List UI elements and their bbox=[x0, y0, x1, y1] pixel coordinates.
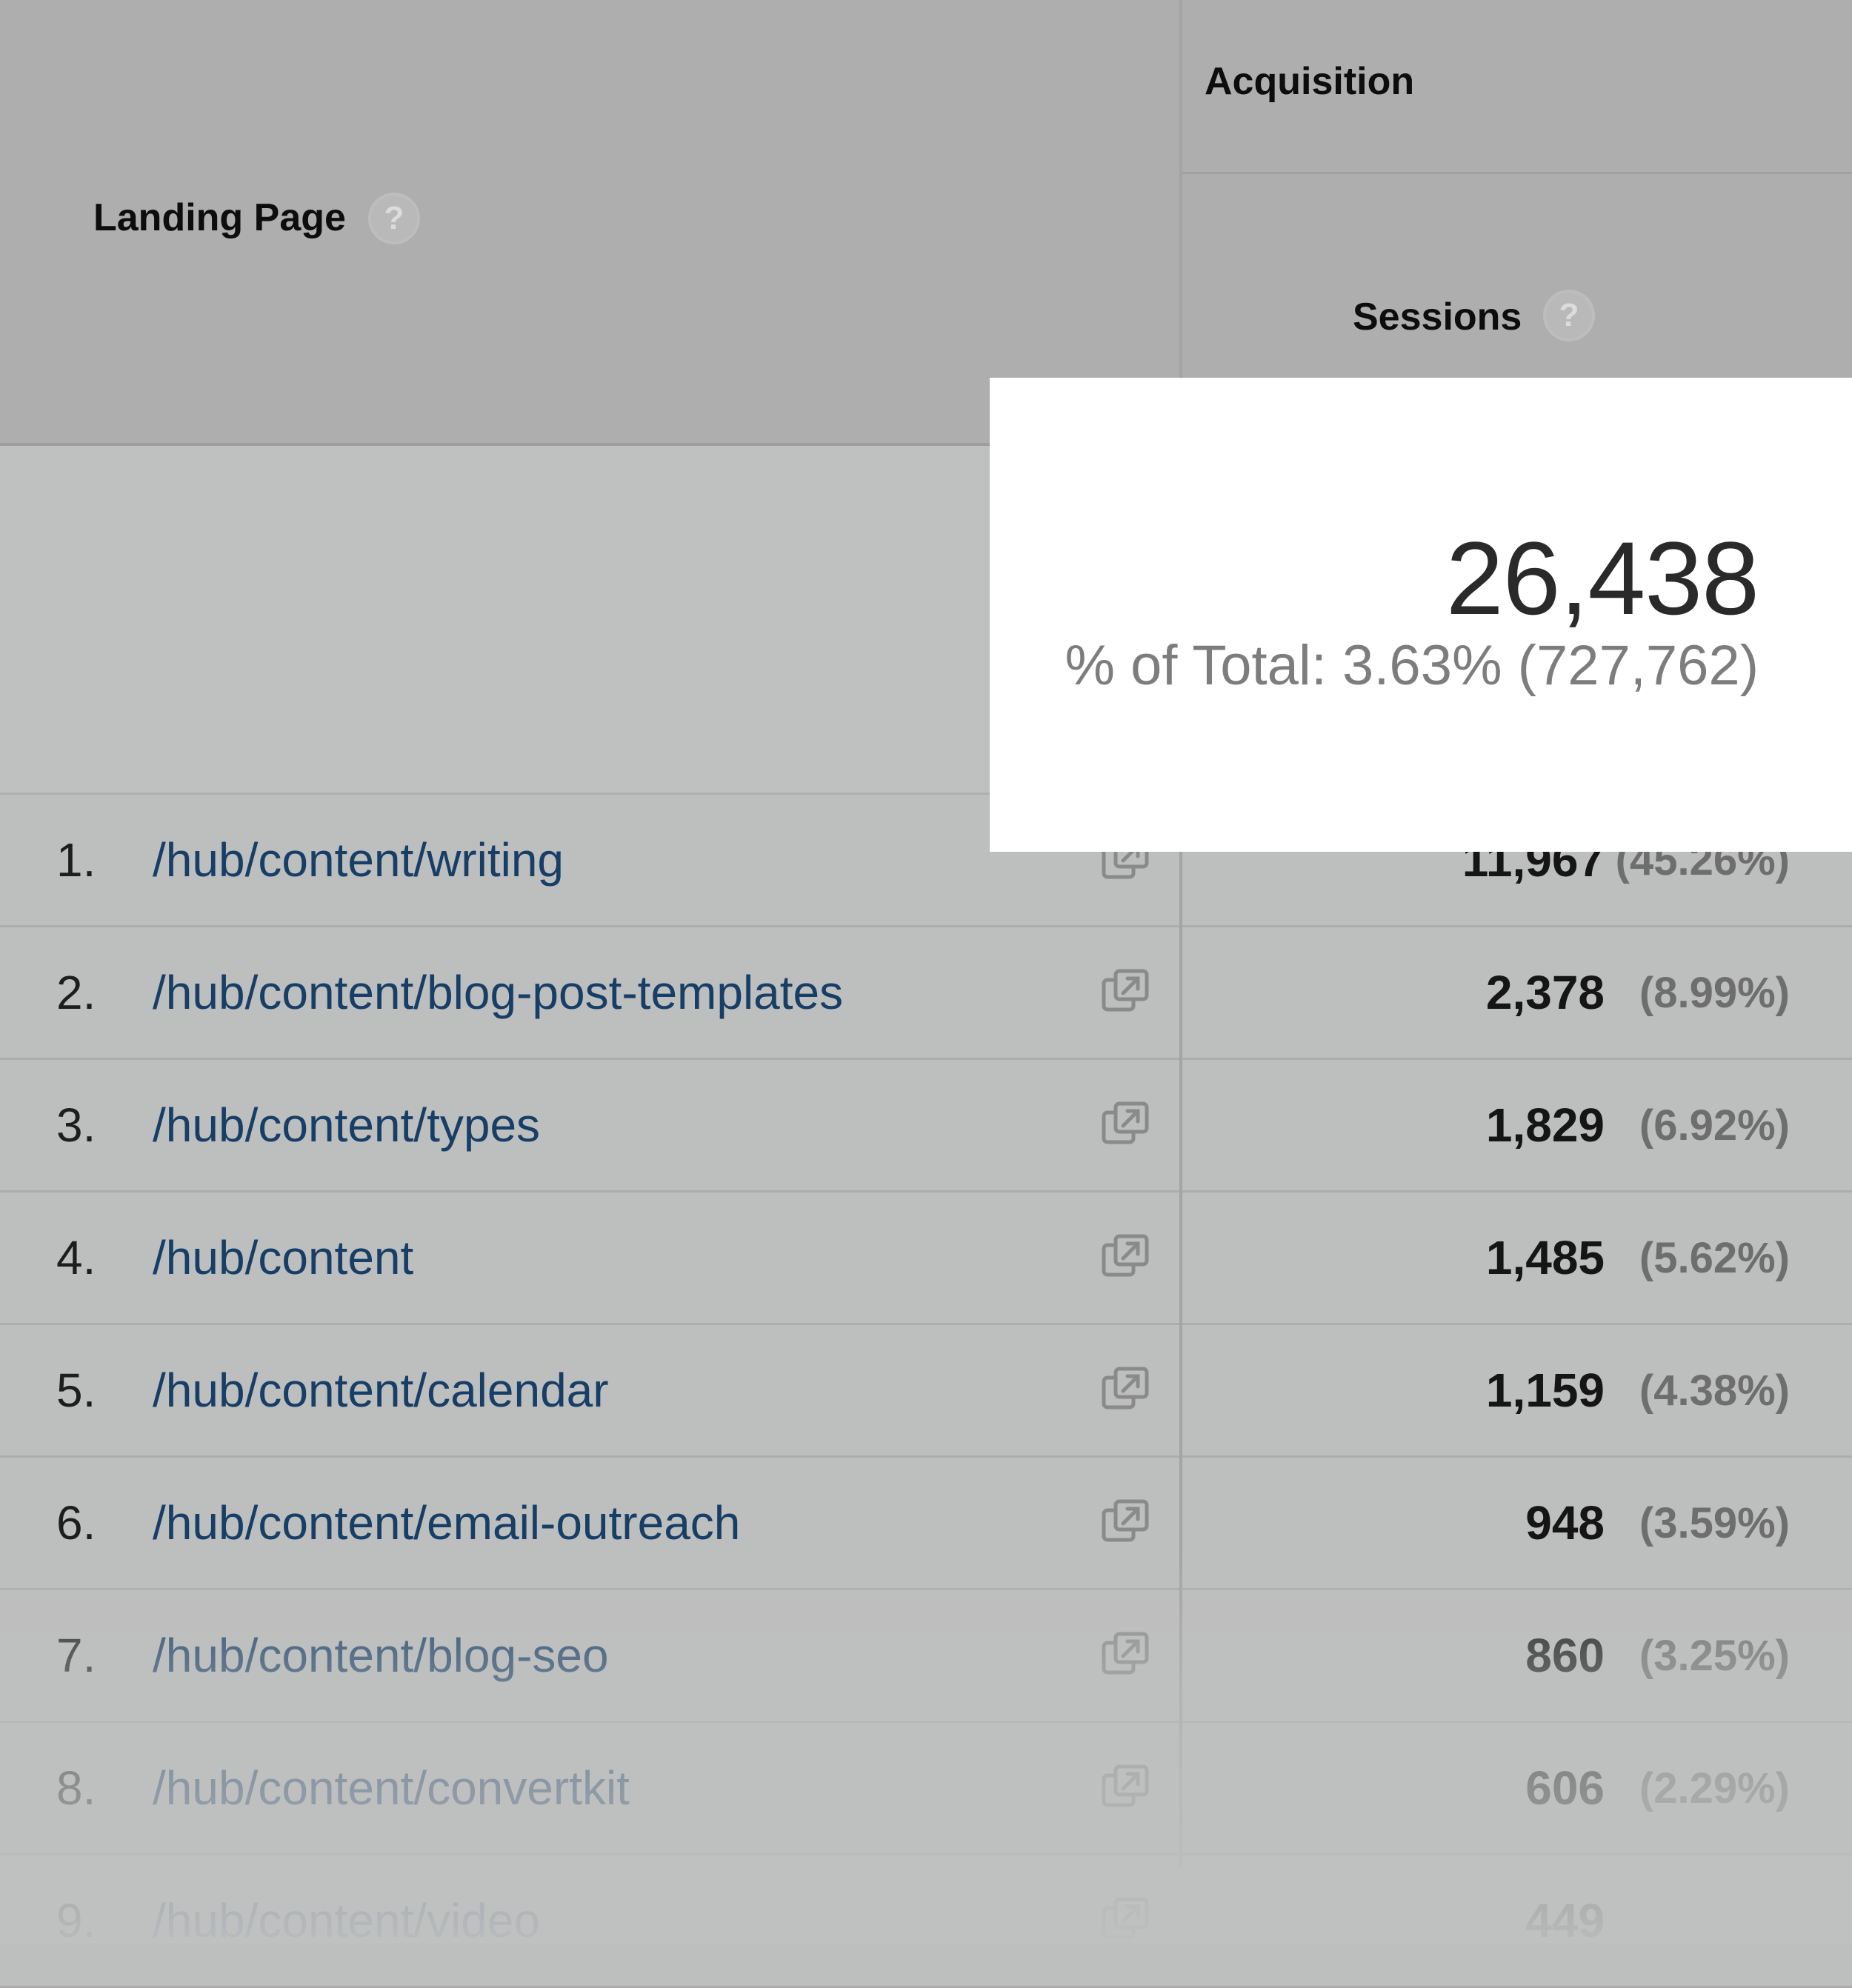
landing-page-link[interactable]: /hub/content/email-outreach bbox=[153, 1458, 740, 1588]
open-in-new-window-icon[interactable] bbox=[1101, 1498, 1150, 1547]
help-icon[interactable]: ? bbox=[1546, 293, 1592, 338]
table-row: 5. /hub/content/calendar 1,159 (4.38%) bbox=[0, 1325, 1852, 1458]
row-number: 5. bbox=[56, 1364, 96, 1417]
sessions-header-label[interactable]: Sessions bbox=[1353, 295, 1522, 339]
sessions-percentage: (3.59%) bbox=[1639, 1498, 1790, 1547]
sessions-value: 449 bbox=[1525, 1894, 1605, 1947]
open-in-new-window-icon[interactable] bbox=[1101, 1233, 1150, 1282]
row-number: 1. bbox=[56, 833, 96, 887]
open-in-new-window-icon[interactable] bbox=[1101, 1101, 1150, 1150]
sessions-percentage: (8.99%) bbox=[1639, 968, 1790, 1017]
landing-page-link[interactable]: /hub/content/calendar bbox=[153, 1325, 609, 1455]
sessions-percentage: (4.38%) bbox=[1639, 1366, 1790, 1415]
table-row: 6. /hub/content/email-outreach 948 (3.59%) bbox=[0, 1458, 1852, 1590]
row-number: 9. bbox=[56, 1894, 96, 1947]
landing-page-link[interactable]: /hub/content/convertkit bbox=[153, 1723, 630, 1853]
landing-page-link[interactable]: /hub/content/video bbox=[153, 1855, 540, 1986]
table-row: 7. /hub/content/blog-seo 860 (3.25%) bbox=[0, 1590, 1852, 1723]
landing-page-link[interactable]: /hub/content/blog-seo bbox=[153, 1590, 609, 1721]
table-row: 8. /hub/content/convertkit 606 (2.29%) bbox=[0, 1723, 1852, 1855]
sessions-percentage: (5.62%) bbox=[1639, 1233, 1790, 1282]
sessions-total-value: 26,438 bbox=[1445, 520, 1759, 636]
row-number: 2. bbox=[56, 966, 96, 1019]
open-in-new-window-icon[interactable] bbox=[1101, 1896, 1150, 1945]
table-row: 4. /hub/content 1,485 (5.62%) bbox=[0, 1193, 1852, 1325]
landing-page-link[interactable]: /hub/content/blog-post-templates bbox=[153, 927, 843, 1058]
help-icon[interactable]: ? bbox=[371, 196, 417, 241]
row-number: 7. bbox=[56, 1629, 96, 1682]
column-divider bbox=[1179, 0, 1182, 1867]
sessions-percentage: (2.29%) bbox=[1639, 1764, 1790, 1812]
row-number: 8. bbox=[56, 1761, 96, 1815]
table-row: 3. /hub/content/types 1,829 (6.92%) bbox=[0, 1060, 1852, 1193]
row-number: 3. bbox=[56, 1098, 96, 1152]
table-row: 9. /hub/content/video 449 bbox=[0, 1855, 1852, 1988]
open-in-new-window-icon[interactable] bbox=[1101, 968, 1150, 1017]
sessions-total-highlight: 26,438 % of Total: 3.63% (727,762) bbox=[990, 378, 1852, 852]
sessions-value: 1,159 bbox=[1485, 1364, 1605, 1417]
landing-page-link[interactable]: /hub/content/writing bbox=[153, 795, 564, 925]
acquisition-group-label: Acquisition bbox=[1205, 60, 1415, 103]
row-number: 6. bbox=[56, 1496, 96, 1550]
sessions-value: 860 bbox=[1525, 1629, 1605, 1682]
row-number: 4. bbox=[56, 1231, 96, 1284]
landing-page-header-label[interactable]: Landing Page bbox=[93, 196, 346, 240]
sessions-value: 1,829 bbox=[1485, 1098, 1605, 1152]
sessions-value: 1,485 bbox=[1485, 1231, 1605, 1284]
header-divider bbox=[1182, 172, 1852, 174]
landing-page-link[interactable]: /hub/content bbox=[153, 1193, 413, 1323]
sessions-total-percentage: % of Total: 3.63% (727,762) bbox=[1065, 634, 1759, 697]
open-in-new-window-icon[interactable] bbox=[1101, 1764, 1150, 1812]
sessions-percentage: (3.25%) bbox=[1639, 1631, 1790, 1680]
sessions-value: 948 bbox=[1525, 1496, 1605, 1550]
open-in-new-window-icon[interactable] bbox=[1101, 1631, 1150, 1680]
table-row: 2. /hub/content/blog-post-templates 2,378 (… bbox=[0, 927, 1852, 1060]
sessions-percentage: (6.92%) bbox=[1639, 1101, 1790, 1150]
landing-page-link[interactable]: /hub/content/types bbox=[153, 1060, 540, 1190]
sessions-value: 2,378 bbox=[1485, 966, 1605, 1019]
sessions-value: 606 bbox=[1525, 1761, 1605, 1815]
open-in-new-window-icon[interactable] bbox=[1101, 1366, 1150, 1415]
